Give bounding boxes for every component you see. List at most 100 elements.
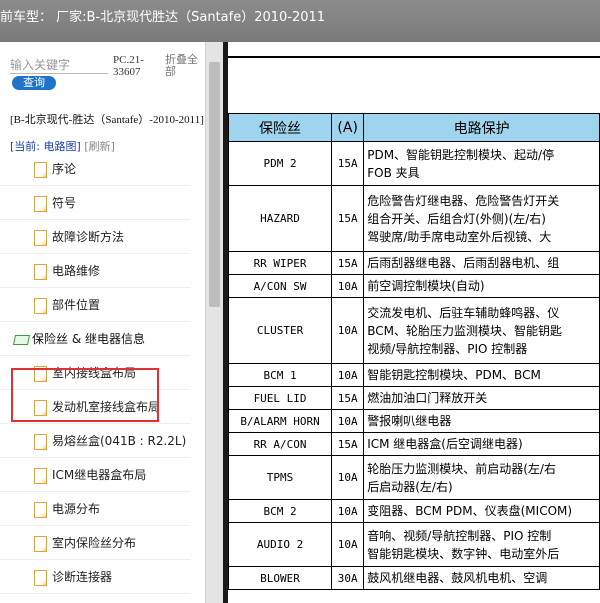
tree-item-label: ICM继电器盒布局	[52, 468, 147, 482]
tree-item-label: 故障诊断方法	[52, 230, 125, 244]
table-row: RR WIPER 15A 后雨刮器继电器、后雨刮器电机、组	[228, 251, 600, 275]
circuit-line: 变阻器、BCM PDM、仪表盘(MICOM)	[367, 504, 573, 518]
circuit-line: FOB 夹具	[367, 165, 420, 180]
tree-item[interactable]: 故障诊断方法	[0, 220, 190, 254]
tree-item[interactable]: ICM继电器盒布局	[0, 458, 190, 492]
table-row: AUDIO 2 10A 音响、视频/导航控制器、PIO 控制 智能钥匙模块、数字钟、电…	[228, 522, 600, 567]
fuse-name-cell: HAZARD	[228, 185, 333, 252]
fuse-circuit-cell: 交流发电机、后驻车辅助蜂鸣器、仪 BCM、轮胎压力监测模块、智能钥匙 视频/导航控制…	[363, 297, 600, 364]
tree-item[interactable]: 符号	[0, 186, 190, 220]
fuse-amp-cell: 15A	[331, 432, 365, 456]
query-button[interactable]: 查询	[12, 76, 56, 90]
table-row: BCM 1 10A 智能钥匙控制模块、PDM、BCM	[228, 363, 600, 387]
tree-item[interactable]: 室内保险丝分布	[0, 526, 190, 560]
fuse-circuit-cell: 警报喇叭继电器	[363, 409, 600, 433]
circuit-line: 交流发电机、后驻车辅助蜂鸣器、仪	[367, 305, 560, 320]
doc-icon	[34, 433, 47, 450]
fuse-circuit-cell: 鼓风机继电器、鼓风机电机、空调	[363, 566, 600, 590]
tree-item-label: 电路维修	[52, 264, 101, 278]
tree-item[interactable]: 电源分布	[0, 492, 190, 526]
tree-item-label: 电源分布	[52, 502, 101, 516]
doc-icon	[34, 297, 47, 314]
fuse-circuit-cell: ICM 继电器盒(后空调继电器)	[363, 432, 600, 456]
circuit-line: 后雨刮器继电器、后雨刮器电机、组	[367, 256, 560, 270]
fuse-name-cell: RR A/CON	[228, 432, 333, 456]
tree-item[interactable]: 保险丝 & 继电器信息	[0, 322, 190, 356]
circuit-line: 轮胎压力监测模块、前启动器(左/右	[367, 461, 556, 476]
circuit-line: BCM、轮胎压力监测模块、智能钥匙	[367, 323, 562, 338]
circuit-line: 视频/导航控制器、PIO 控制器	[367, 341, 528, 356]
circuit-line: 燃油加油口门释放开关	[367, 391, 488, 405]
tree-item[interactable]: 诊断连接器	[0, 560, 190, 594]
fuse-table: 保险丝 (A) 电路保护 PDM 2 15A PDM、智能钥匙控制模块、起动/停 FO…	[228, 113, 600, 590]
doc-icon	[34, 569, 47, 586]
fuse-name-cell: A/CON SW	[228, 274, 333, 298]
pc-code-label: PC.21-33607	[113, 54, 144, 78]
fuse-name-cell: AUDIO 2	[228, 522, 333, 567]
sidebar: 查询 PC.21-33607 折叠全部 [B-北京现代-胜达（Santafe）-…	[0, 42, 205, 603]
fuse-name-cell: PDM 2	[228, 141, 333, 186]
fuse-circuit-cell: 音响、视频/导航控制器、PIO 控制 智能钥匙模块、数字钟、电动室外后	[363, 522, 600, 567]
header-fuse: 保险丝	[228, 113, 333, 142]
table-row: CLUSTER 10A 交流发电机、后驻车辅助蜂鸣器、仪 BCM、轮胎压力监测模块、智…	[228, 297, 600, 364]
fuse-amp-cell: 15A	[331, 141, 365, 186]
table-row: RR A/CON 15A ICM 继电器盒(后空调继电器)	[228, 432, 600, 456]
fuse-name-cell: B/ALARM HORN	[228, 409, 333, 433]
tree-item-label: 符号	[52, 196, 77, 210]
tree-item[interactable]: 部件位置	[0, 288, 190, 322]
table-row: B/ALARM HORN 10A 警报喇叭继电器	[228, 409, 600, 433]
fuse-circuit-cell: 后雨刮器继电器、后雨刮器电机、组	[363, 251, 600, 275]
doc-icon	[34, 263, 47, 280]
circuit-line: PDM、智能钥匙控制模块、起动/停	[367, 147, 555, 162]
circuit-line: 驾驶席/助手席电动室外后视镜、大	[367, 229, 552, 244]
table-row: HAZARD 15A 危险警告灯继电器、危险警告灯开关 组合开关、后组合灯(外侧)(左…	[228, 185, 600, 252]
circuit-line: 音响、视频/导航控制器、PIO 控制	[367, 528, 552, 543]
circuit-line: 后启动器(左/右)	[367, 479, 453, 494]
fuse-name-cell: TPMS	[228, 455, 333, 500]
circuit-line: 鼓风机继电器、鼓风机电机、空调	[367, 571, 548, 585]
collapse-all-link[interactable]: 折叠全部	[165, 54, 205, 78]
doc-icon	[34, 501, 47, 518]
fuse-name-cell: CLUSTER	[228, 297, 333, 364]
fuse-name-cell: RR WIPER	[228, 251, 333, 275]
fuse-amp-cell: 10A	[331, 274, 365, 298]
tree-item-label: 易熔丝盒(041B : R2.2L)	[52, 434, 187, 448]
tree-item[interactable]: 序论	[0, 152, 190, 186]
sidebar-scrollbar[interactable]	[205, 42, 223, 603]
circuit-line: 警报喇叭继电器	[367, 414, 452, 428]
fuse-amp-cell: 10A	[331, 297, 365, 364]
doc-icon	[34, 535, 47, 552]
fuse-circuit-cell: 前空调控制模块(自动)	[363, 274, 600, 298]
header-circuit: 电路保护	[363, 113, 600, 142]
fuse-circuit-cell: 轮胎压力监测模块、前启动器(左/右 后启动器(左/右)	[363, 455, 600, 500]
fuse-circuit-cell: 智能钥匙控制模块、PDM、BCM	[363, 363, 600, 387]
folder-open-icon	[14, 333, 28, 344]
scrollbar-thumb[interactable]	[209, 62, 220, 307]
fuse-name-cell: BLOWER	[228, 566, 333, 590]
fuse-amp-cell: 10A	[331, 522, 365, 567]
search-input[interactable]	[10, 58, 108, 74]
tree-item-label: 室内保险丝分布	[52, 536, 137, 550]
tree-item-label: 诊断连接器	[52, 570, 113, 584]
fuse-amp-cell: 15A	[331, 386, 365, 410]
tree-item[interactable]: 易熔丝盒(041B : R2.2L)	[0, 424, 190, 458]
fuse-amp-cell: 15A	[331, 185, 365, 252]
tree-item-label: 保险丝 & 继电器信息	[32, 332, 145, 346]
table-header-row: 保险丝 (A) 电路保护	[228, 113, 600, 142]
table-row: TPMS 10A 轮胎压力监测模块、前启动器(左/右 后启动器(左/右)	[228, 455, 600, 500]
page-top-rule	[228, 56, 600, 58]
fuse-amp-cell: 30A	[331, 566, 365, 590]
circuit-line: 前空调控制模块(自动)	[367, 279, 485, 293]
circuit-line: 智能钥匙控制模块、PDM、BCM	[367, 368, 541, 382]
table-row: A/CON SW 10A 前空调控制模块(自动)	[228, 274, 600, 298]
fuse-circuit-cell: 变阻器、BCM PDM、仪表盘(MICOM)	[363, 499, 600, 523]
fuse-circuit-cell: 燃油加油口门释放开关	[363, 386, 600, 410]
fuse-amp-cell: 15A	[331, 251, 365, 275]
table-row: PDM 2 15A PDM、智能钥匙控制模块、起动/停 FOB 夹具	[228, 141, 600, 186]
fuse-amp-cell: 10A	[331, 363, 365, 387]
fuse-circuit-cell: 危险警告灯继电器、危险警告灯开关 组合开关、后组合灯(外侧)(左/右) 驾驶席/助手…	[363, 185, 600, 252]
fuse-amp-cell: 10A	[331, 409, 365, 433]
window-title-bar: 前车型： 厂家:B-北京现代胜达（Santafe）2010-2011	[0, 0, 600, 42]
doc-icon	[34, 195, 47, 212]
tree-item[interactable]: 电路维修	[0, 254, 190, 288]
